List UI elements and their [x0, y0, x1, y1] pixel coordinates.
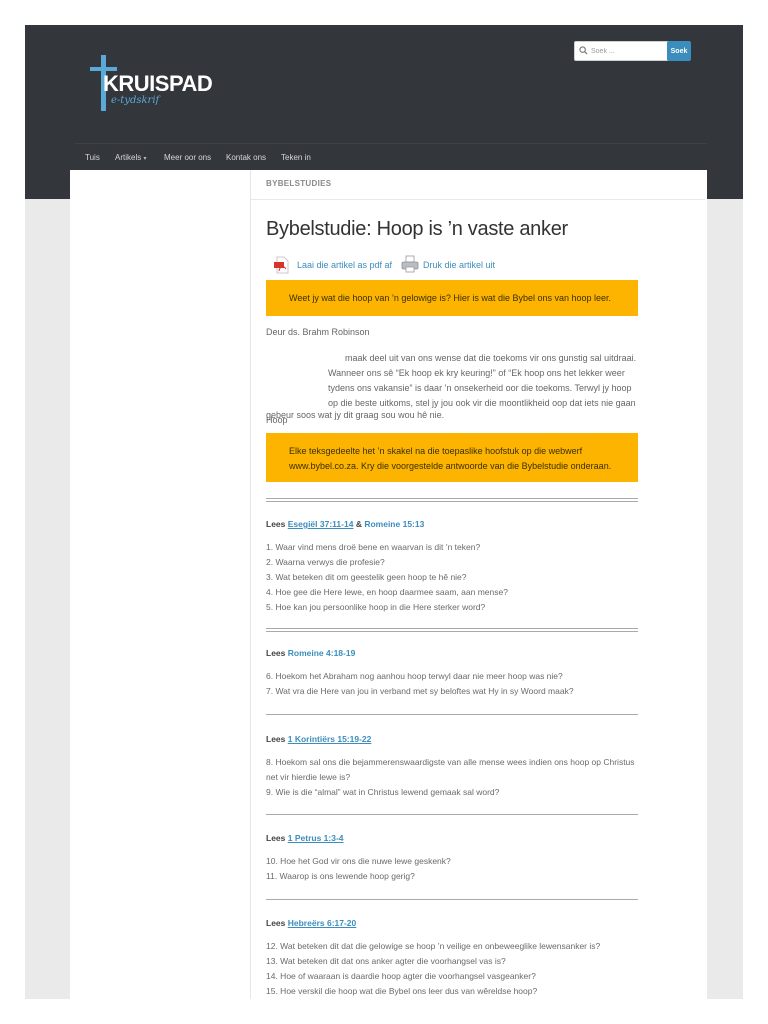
scripture-link[interactable]: Hebreërs 6:17-20: [288, 918, 357, 928]
author-line: Deur ds. Brahm Robinson: [266, 327, 370, 337]
nav-item-teken-in[interactable]: Teken in: [281, 153, 311, 162]
section-divider: [266, 814, 638, 815]
list-item: 2. Waarna verwys die profesie?: [266, 557, 385, 567]
section-divider: [266, 498, 638, 502]
lees-label: Lees: [266, 918, 286, 928]
category-label[interactable]: BYBELSTUDIES: [266, 179, 331, 188]
search-icon: [579, 46, 588, 55]
section-divider: [266, 714, 638, 715]
print-article-link[interactable]: Druk die artikel uit: [423, 260, 495, 270]
divider: [250, 199, 705, 200]
question-list: 10. Hoe het God vir ons die nuwe lewe ge…: [266, 854, 638, 884]
lees-label: Lees: [266, 519, 286, 529]
intro-callout: Weet jy wat die hoop van ’n gelowige is?…: [266, 280, 638, 316]
download-pdf-link[interactable]: Laai die artikel as pdf af: [297, 260, 392, 270]
intro-body: Wanneer ons sê “Ek hoop ek kry keuring!”…: [328, 368, 636, 408]
lees-label: Lees: [266, 648, 286, 658]
question-list: 6. Hoekom het Abraham nog aanhou hoop te…: [266, 669, 638, 699]
scripture-link[interactable]: Esegiël 37:11-14: [288, 519, 354, 529]
list-item: 11. Waarop is ons lewende hoop gerig?: [266, 871, 415, 881]
page-title: Bybelstudie: Hoop is ’n vaste anker: [266, 218, 568, 240]
scripture-link[interactable]: 1 Korintiërs 15:19-22: [288, 734, 372, 744]
scripture-link[interactable]: Romeine 4:18-19: [288, 648, 356, 658]
section-heading: Lees Esegiël 37:11-14 & Romeine 15:13: [266, 519, 424, 529]
list-item: 14. Hoe of waaraan is daardie hoop agter…: [266, 971, 536, 981]
section-heading: Lees Hebreërs 6:17-20: [266, 918, 356, 928]
info-callout: Elke teksgedeelte het ’n skakel na die t…: [266, 433, 638, 482]
list-item: 5. Hoe kan jou persoonlike hoop in die H…: [266, 602, 486, 612]
list-item: 8. Hoekom sal ons die bejammerenswaardig…: [266, 757, 635, 782]
intro-line-1: maak deel uit van ons wense dat die toek…: [345, 353, 637, 363]
list-item: 12. Wat beteken dit dat die gelowige se …: [266, 941, 601, 951]
section-heading: Lees 1 Korintiërs 15:19-22: [266, 734, 371, 744]
search-input[interactable]: [574, 41, 680, 61]
chevron-down-icon: ▾: [143, 156, 147, 162]
section-heading: Lees Romeine 4:18-19: [266, 648, 355, 658]
nav-item-kontak-ons[interactable]: Kontak ons: [226, 153, 266, 162]
list-item: 10. Hoe het God vir ons die nuwe lewe ge…: [266, 856, 451, 866]
list-item: 7. Wat vra die Here van jou in verband m…: [266, 686, 574, 696]
question-list: 12. Wat beteken dit dat die gelowige se …: [266, 939, 638, 999]
search-button[interactable]: Soek: [667, 41, 691, 61]
list-item: 3. Wat beteken dit om geestelik geen hoo…: [266, 572, 467, 582]
left-sidebar: [70, 170, 251, 999]
list-item: 15. Hoe verskil die hoop wat die Bybel o…: [266, 986, 538, 996]
intro-end: gebeur soos wat jy dit graag sou wou hê …: [266, 410, 445, 420]
scripture-link[interactable]: Romeine 15:13: [364, 519, 424, 529]
main-nav: Tuis Artikels ▾ Meer oor ons Kontak ons …: [75, 143, 707, 170]
logo-tagline: e-tydskrif: [111, 95, 160, 106]
logo-name[interactable]: KRUISPAD: [103, 71, 213, 97]
section-heading: Lees 1 Petrus 1:3-4: [266, 833, 344, 843]
scripture-link[interactable]: 1 Petrus 1:3-4: [288, 833, 344, 843]
nav-item-meer-oor-ons[interactable]: Meer oor ons: [164, 153, 211, 162]
lees-label: Lees: [266, 833, 286, 843]
site-frame: KRUISPAD e-tydskrif Soek Tuis Artikels ▾…: [25, 25, 743, 999]
content-panel: BYBELSTUDIES Bybelstudie: Hoop is ’n vas…: [70, 170, 707, 999]
intro-dropword: Hoop: [266, 415, 288, 425]
nav-item-artikels[interactable]: Artikels ▾: [115, 153, 146, 162]
nav-item-tuis[interactable]: Tuis: [85, 153, 100, 162]
section-divider: [266, 628, 638, 632]
list-item: 1. Waar vind mens droë bene en waarvan i…: [266, 542, 481, 552]
question-list: 8. Hoekom sal ons die bejammerenswaardig…: [266, 755, 638, 800]
list-item: 4. Hoe gee die Here lewe, en hoop daarme…: [266, 587, 508, 597]
pdf-file-icon[interactable]: [274, 256, 290, 274]
ampersand: &: [355, 519, 362, 529]
nav-item-label: Artikels: [115, 153, 142, 162]
list-item: 9. Wie is die “almal” wat in Christus le…: [266, 787, 500, 797]
intro-paragraph: maak deel uit van ons wense dat die toek…: [328, 351, 638, 411]
printer-icon[interactable]: [401, 255, 419, 273]
question-list: 1. Waar vind mens droë bene en waarvan i…: [266, 540, 638, 615]
section-divider: [266, 899, 638, 900]
list-item: 13. Wat beteken dit dat ons anker agter …: [266, 956, 506, 966]
lees-label: Lees: [266, 734, 286, 744]
list-item: 6. Hoekom het Abraham nog aanhou hoop te…: [266, 671, 563, 681]
